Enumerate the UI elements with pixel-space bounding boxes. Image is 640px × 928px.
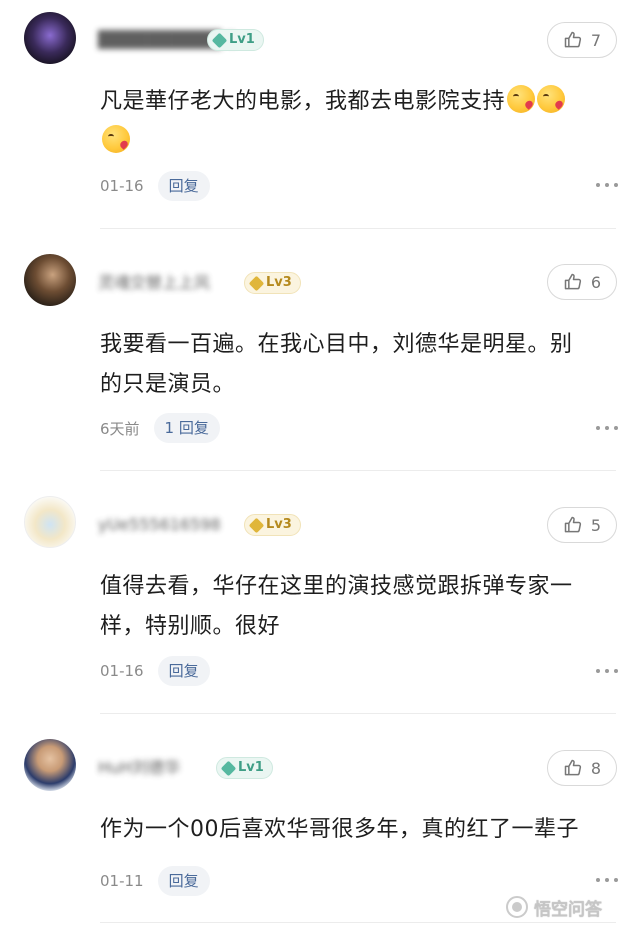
username[interactable]: yUe555616598 xyxy=(98,514,221,536)
comment-date: 01-11 xyxy=(100,872,144,890)
level-badge: Lv1 xyxy=(216,757,273,779)
avatar[interactable] xyxy=(24,254,76,306)
reply-button[interactable]: 回复 xyxy=(157,656,210,686)
avatar[interactable] xyxy=(24,12,76,64)
comment-date: 6天前 xyxy=(100,419,140,438)
reply-button[interactable]: 回复 xyxy=(157,171,210,201)
divider xyxy=(100,228,616,229)
comment-date: 01-16 xyxy=(100,177,144,195)
username[interactable]: HuH刘德华 xyxy=(98,757,180,779)
thumbs-up-icon xyxy=(564,516,582,533)
comment-text: 作为一个00后喜欢华哥很多年，真的红了一辈子 xyxy=(100,817,579,842)
more-dots-icon[interactable] xyxy=(596,877,618,883)
like-button[interactable]: 5 xyxy=(547,507,617,543)
like-count: 6 xyxy=(590,272,602,292)
kissing-heart-emoji-icon xyxy=(507,85,536,113)
like-button[interactable]: 6 xyxy=(547,264,617,300)
comment-meta: 01-16 回复 xyxy=(100,655,210,687)
avatar[interactable] xyxy=(24,739,76,791)
username[interactable]: 灵魂交替上上风 xyxy=(98,272,210,294)
comment-meta: 01-16 回复 xyxy=(100,170,210,202)
more-dots-icon[interactable] xyxy=(596,668,618,674)
like-count: 8 xyxy=(590,758,602,778)
level-gem-icon xyxy=(248,517,265,533)
wukong-logo-icon xyxy=(506,896,528,918)
like-count: 7 xyxy=(590,30,602,50)
like-count: 5 xyxy=(590,515,602,535)
reply-button[interactable]: 回复 xyxy=(157,866,210,896)
like-button[interactable]: 7 xyxy=(547,22,617,58)
more-dots-icon[interactable] xyxy=(596,425,618,431)
watermark: 悟空问答 xyxy=(506,893,602,921)
level-badge: Lv1 xyxy=(207,29,264,51)
level-gem-icon xyxy=(211,32,228,48)
like-button[interactable]: 8 xyxy=(547,750,617,786)
avatar[interactable] xyxy=(24,496,76,548)
comment-text: 值得去看，华仔在这里的演技感觉跟拆弹专家一 样，特别顺。很好 xyxy=(100,574,573,639)
reply-button[interactable]: 1 回复 xyxy=(153,413,220,443)
comment-text: 凡是華仔老大的电影，我都去电影院支持 xyxy=(100,82,620,162)
level-badge: Lv3 xyxy=(244,514,301,536)
comment-meta: 6天前 1 回复 xyxy=(100,412,220,444)
divider xyxy=(100,470,616,471)
thumbs-up-icon xyxy=(564,31,582,48)
level-gem-icon xyxy=(220,760,237,776)
comment-text: 我要看一百遍。在我心目中，刘德华是明星。别 的只是演员。 xyxy=(100,332,573,397)
kissing-heart-emoji-icon xyxy=(537,85,566,113)
more-dots-icon[interactable] xyxy=(596,182,618,188)
thumbs-up-icon xyxy=(564,759,582,776)
divider xyxy=(100,713,616,714)
divider xyxy=(100,922,616,923)
comment-date: 01-16 xyxy=(100,662,144,680)
level-badge: Lv3 xyxy=(244,272,301,294)
level-gem-icon xyxy=(248,275,265,291)
kissing-heart-emoji-icon xyxy=(102,125,130,153)
comment-meta: 01-11 回复 xyxy=(100,865,210,897)
thumbs-up-icon xyxy=(564,273,582,290)
